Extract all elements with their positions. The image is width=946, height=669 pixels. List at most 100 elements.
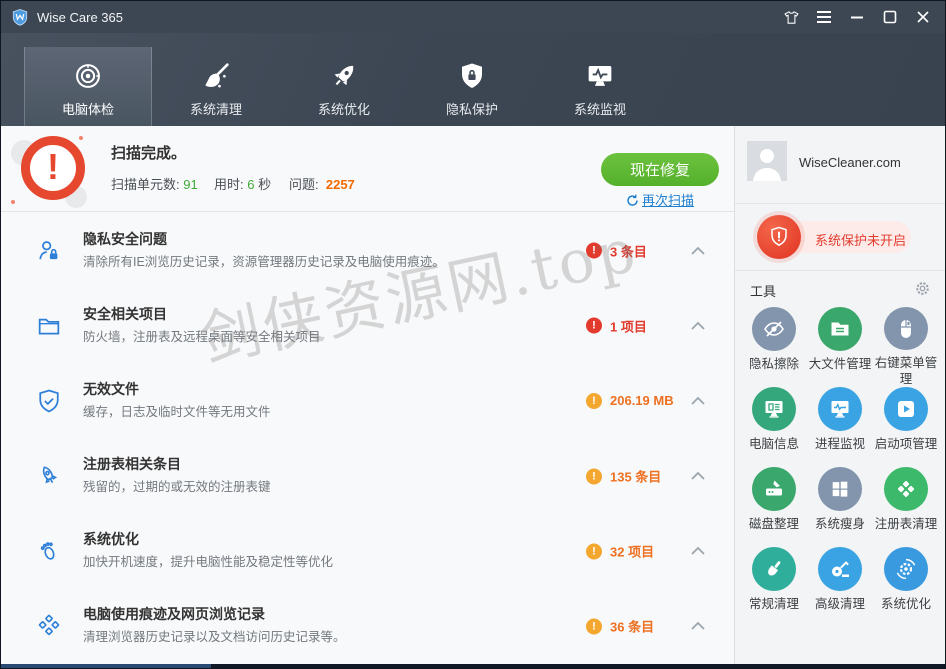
main-nav: 电脑体检 系统清理 系统优化 隐私保护 (1, 33, 945, 126)
account-row[interactable]: WiseCleaner.com (735, 126, 945, 204)
shield-lock-icon (457, 59, 487, 93)
issue-title: 安全相关项目 (83, 304, 167, 324)
tool-system-slim[interactable]: 系统瘦身 (807, 467, 873, 547)
vacuum-icon (818, 547, 862, 591)
issue-row-sys-optimize[interactable]: 系统优化 加快开机速度，提升电脑性能及稳定性等优化 ! 32 项目 (1, 514, 734, 589)
scan-time-stat: 用时: 6 秒 (214, 174, 271, 193)
issue-title: 注册表相关条目 (83, 454, 181, 474)
issue-desc: 缓存，日志及临时文件等无用文件 (83, 401, 271, 420)
tool-system-optimizer[interactable]: 系统优化 (873, 547, 939, 627)
scan-issues-stat: 问题: 2257 (289, 174, 355, 193)
issue-row-usage-traces[interactable]: 电脑使用痕迹及网页浏览记录 清理浏览器历史记录以及文档访问历史记录等。 ! 36… (1, 589, 734, 664)
issue-desc: 清理浏览器历史记录以及文档访问历史记录等。 (83, 626, 346, 645)
minimize-button[interactable] (845, 5, 869, 29)
issue-desc: 防火墙，注册表及远程桌面等安全相关项目 (83, 326, 321, 345)
chevron-up-icon[interactable] (690, 321, 706, 331)
gear-icon[interactable] (914, 280, 931, 297)
issue-count: 3 条目 (610, 241, 647, 260)
tool-process-monitor[interactable]: 进程监视 (807, 387, 873, 467)
health-check-icon (72, 59, 104, 93)
tab-pc-checkup[interactable]: 电脑体检 (24, 47, 152, 126)
issue-row-useless-files[interactable]: 无效文件 缓存，日志及临时文件等无用文件 ! 206.19 MB (1, 363, 734, 438)
user-lock-icon (35, 237, 63, 265)
protection-status-text: 系统保护未开启 (815, 230, 906, 249)
tool-computer-info[interactable]: 电脑信息 (741, 387, 807, 467)
wise-care-window: Wise Care 365 电脑 (0, 0, 946, 669)
issue-desc: 清除所有IE浏览历史记录，资源管理器历史记录及电脑使用痕迹。 (83, 251, 445, 270)
window-bottom-edge (1, 664, 945, 668)
close-button[interactable] (911, 5, 935, 29)
chevron-up-icon[interactable] (690, 471, 706, 481)
tool-disk-defrag[interactable]: 磁盘整理 (741, 467, 807, 547)
tab-system-tuneup[interactable]: 系统优化 (280, 47, 408, 126)
alert-dot-icon: ! (586, 618, 602, 634)
tools-title: 工具 (750, 281, 776, 300)
issue-row-privacy[interactable]: 隐私安全问题 清除所有IE浏览历史记录，资源管理器历史记录及电脑使用痕迹。 ! … (1, 213, 734, 288)
tab-privacy-protection[interactable]: 隐私保护 (408, 47, 536, 126)
issue-count: 1 项目 (610, 316, 647, 335)
protection-status-row[interactable]: 系统保护未开启 (735, 204, 945, 271)
registry-diamonds-icon (884, 467, 928, 511)
account-name: WiseCleaner.com (799, 155, 901, 170)
tool-label: 系统优化 (874, 596, 938, 612)
issue-row-security[interactable]: 安全相关项目 防火墙，注册表及远程桌面等安全相关项目 ! 1 项目 (1, 288, 734, 363)
scan-status-text: 扫描完成。 (111, 142, 186, 163)
tools-header: 工具 (735, 271, 945, 307)
windows-icon (818, 467, 862, 511)
tool-startup-manager[interactable]: 启动项管理 (873, 387, 939, 467)
alert-dot-icon: ! (586, 468, 602, 484)
tool-context-menu-manager[interactable]: 右键菜单管理 (873, 307, 939, 387)
rescan-link[interactable]: 再次扫描 (601, 190, 719, 209)
chevron-up-icon[interactable] (690, 546, 706, 556)
rocket-small-icon (35, 462, 63, 490)
chevron-up-icon[interactable] (690, 621, 706, 631)
tab-label: 隐私保护 (446, 99, 498, 118)
chevron-up-icon[interactable] (690, 246, 706, 256)
window-controls (779, 5, 935, 29)
fix-now-button[interactable]: 现在修复 (601, 153, 719, 186)
issue-count: 135 条目 (610, 467, 661, 486)
maximize-button[interactable] (878, 5, 902, 29)
right-sidebar: WiseCleaner.com 系统保护未开启 工具 隐私擦除 (734, 126, 945, 664)
process-monitor-icon (818, 387, 862, 431)
window-title: Wise Care 365 (37, 10, 123, 25)
monitor-pulse-icon (584, 59, 616, 93)
issue-badge: ! 36 条目 (586, 617, 654, 636)
brush-icon (752, 547, 796, 591)
menu-icon[interactable] (812, 5, 836, 29)
issue-count: 36 条目 (610, 617, 654, 636)
main-panel: ! 扫描完成。 扫描单元数: 91 用时: 6 秒 问题: 2257 现在修复 … (1, 126, 734, 664)
footprint-icon (35, 537, 63, 565)
folder-icon (35, 312, 63, 340)
app-logo-icon (11, 8, 29, 26)
tool-common-cleaner[interactable]: 常规清理 (741, 547, 807, 627)
tab-label: 电脑体检 (62, 99, 114, 118)
tool-privacy-eraser[interactable]: 隐私擦除 (741, 307, 807, 387)
tab-label: 系统监视 (574, 99, 626, 118)
chevron-up-icon[interactable] (690, 396, 706, 406)
computer-info-icon (752, 387, 796, 431)
alert-dot-icon: ! (586, 393, 602, 409)
issue-row-registry[interactable]: 注册表相关条目 残留的，过期的或无效的注册表键 ! 135 条目 (1, 439, 734, 514)
tab-label: 系统优化 (318, 99, 370, 118)
tab-system-monitor[interactable]: 系统监视 (536, 47, 664, 126)
issue-desc: 加快开机速度，提升电脑性能及稳定性等优化 (83, 551, 333, 570)
tool-advanced-cleaner[interactable]: 高级清理 (807, 547, 873, 627)
tool-registry-cleaner[interactable]: 注册表清理 (873, 467, 939, 547)
alert-dot-icon: ! (586, 318, 602, 334)
issue-desc: 残留的，过期的或无效的注册表键 (83, 476, 271, 495)
issue-title: 系统优化 (83, 529, 139, 549)
mouse-icon (884, 307, 928, 350)
issue-title: 电脑使用痕迹及网页浏览记录 (83, 604, 265, 624)
startup-play-icon (884, 387, 928, 431)
theme-shirt-icon[interactable] (779, 5, 803, 29)
tool-label: 系统瘦身 (808, 516, 872, 532)
tool-label: 磁盘整理 (742, 516, 806, 532)
eye-off-icon (752, 307, 796, 351)
tab-system-cleanup[interactable]: 系统清理 (152, 47, 280, 126)
scan-units-stat: 扫描单元数: 91 (111, 174, 198, 193)
titlebar: Wise Care 365 (1, 1, 945, 33)
issue-badge: ! 3 条目 (586, 241, 647, 260)
tool-big-file-manager[interactable]: 大文件管理 (807, 307, 873, 387)
refresh-icon (626, 194, 639, 207)
